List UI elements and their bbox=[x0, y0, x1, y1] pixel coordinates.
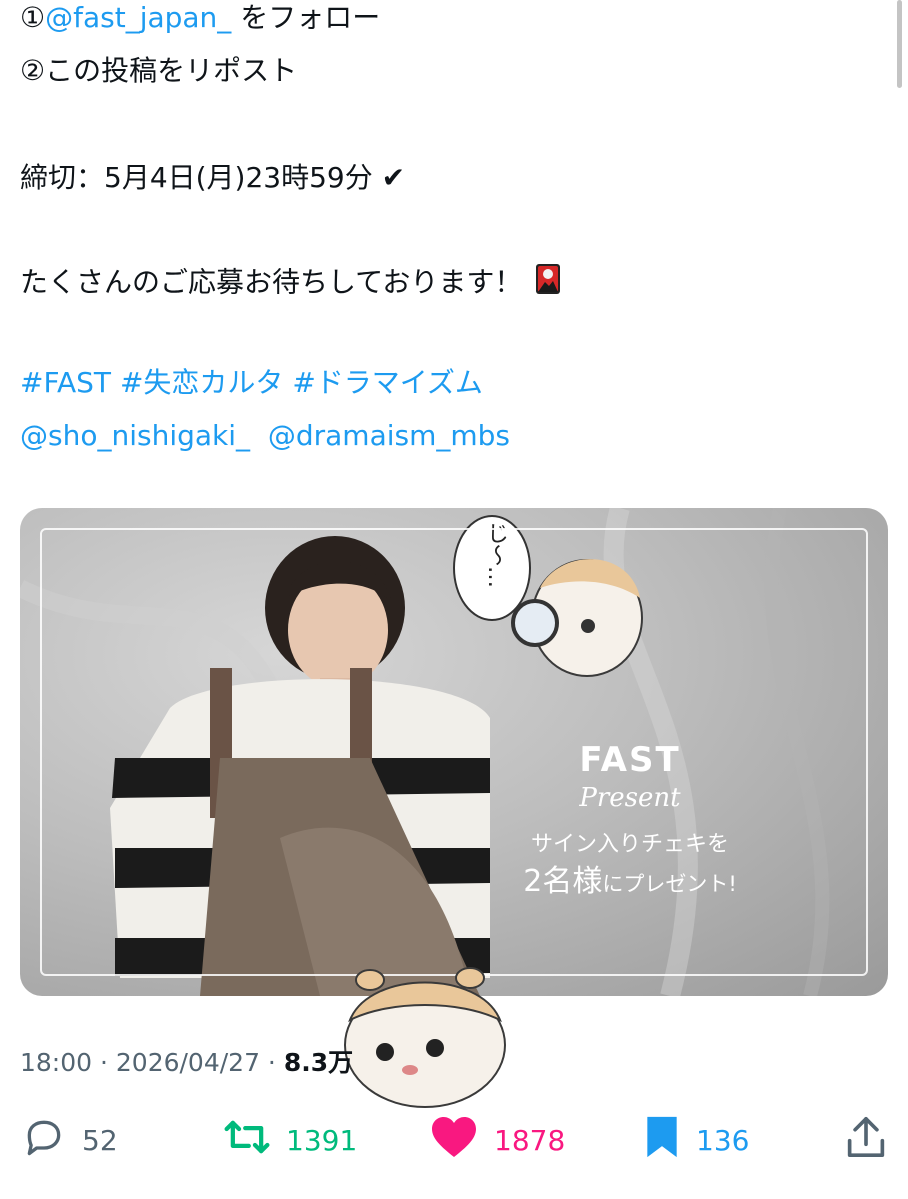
brand-logo: FAST bbox=[579, 740, 681, 780]
reply-icon bbox=[22, 1115, 82, 1166]
share-button[interactable] bbox=[846, 1116, 902, 1162]
bookmark-button[interactable]: 136 bbox=[644, 1116, 750, 1162]
post-meta: 18:00 · 2026/04/27 · 8.3万 bbox=[20, 1048, 354, 1077]
present-caption-line2: 2名様にプレゼント! bbox=[490, 856, 770, 900]
like-count: 1878 bbox=[494, 1123, 566, 1157]
hashtag-dramaism[interactable]: #ドラマイズム bbox=[292, 366, 483, 399]
view-count[interactable]: 8.3万 bbox=[284, 1048, 353, 1077]
repost-icon bbox=[224, 1115, 286, 1166]
hashtag-shitsuren-karuta[interactable]: #失恋カルタ bbox=[120, 366, 283, 399]
text-line-closing: たくさんのご応募お待ちしております！ bbox=[20, 263, 561, 304]
repost-count: 1391 bbox=[286, 1123, 358, 1157]
present-caption-line1: サイン入りチェキを bbox=[530, 832, 729, 857]
post-time: 18:00 bbox=[20, 1048, 93, 1077]
present-script: Present bbox=[579, 783, 681, 813]
heart-icon bbox=[430, 1115, 494, 1166]
hanafuda-icon bbox=[535, 263, 561, 304]
bookmark-count: 136 bbox=[696, 1123, 750, 1157]
present-count: 2名様 bbox=[523, 864, 603, 899]
mention-line: @sho_nishigaki_ @dramaism_mbs bbox=[20, 418, 510, 454]
text-line-follow: ①@fast_japan_ をフォロー bbox=[20, 0, 380, 36]
present-rest: にプレゼント! bbox=[602, 872, 737, 896]
hamster-sticker bbox=[344, 967, 506, 1108]
closing-text: たくさんのご応募お待ちしております！ bbox=[20, 265, 523, 299]
text-line-repost: ②この投稿をリポスト bbox=[20, 54, 298, 87]
post-date: 2026/04/27 bbox=[115, 1048, 260, 1077]
scrollbar[interactable] bbox=[897, 0, 902, 88]
mention-sho-nishigaki[interactable]: @sho_nishigaki_ bbox=[20, 419, 250, 452]
hashtag-line: #FAST #失恋カルタ #ドラマイズム bbox=[20, 365, 483, 401]
reply-button[interactable]: 52 bbox=[22, 1118, 118, 1162]
text-line-deadline: 締切：5月4日(月)23時59分 ✔ bbox=[20, 161, 406, 194]
share-icon bbox=[846, 1115, 902, 1166]
like-button[interactable]: 1878 bbox=[430, 1116, 566, 1162]
mention-dramaism-mbs[interactable]: @dramaism_mbs bbox=[268, 419, 510, 452]
mention-fast-japan[interactable]: @fast_japan_ bbox=[45, 1, 231, 34]
circled-one: ① bbox=[20, 1, 46, 34]
repost-button[interactable]: 1391 bbox=[224, 1118, 357, 1162]
hashtag-fast[interactable]: #FAST bbox=[20, 366, 111, 399]
reply-count: 52 bbox=[82, 1123, 118, 1157]
post-image[interactable]: じ〜… FAST Present サイン入りチェキを 2名様にプレゼント! bbox=[20, 508, 888, 996]
bookmark-icon bbox=[644, 1115, 696, 1166]
follow-text: をフォロー bbox=[231, 1, 381, 34]
image-frame bbox=[40, 528, 868, 976]
